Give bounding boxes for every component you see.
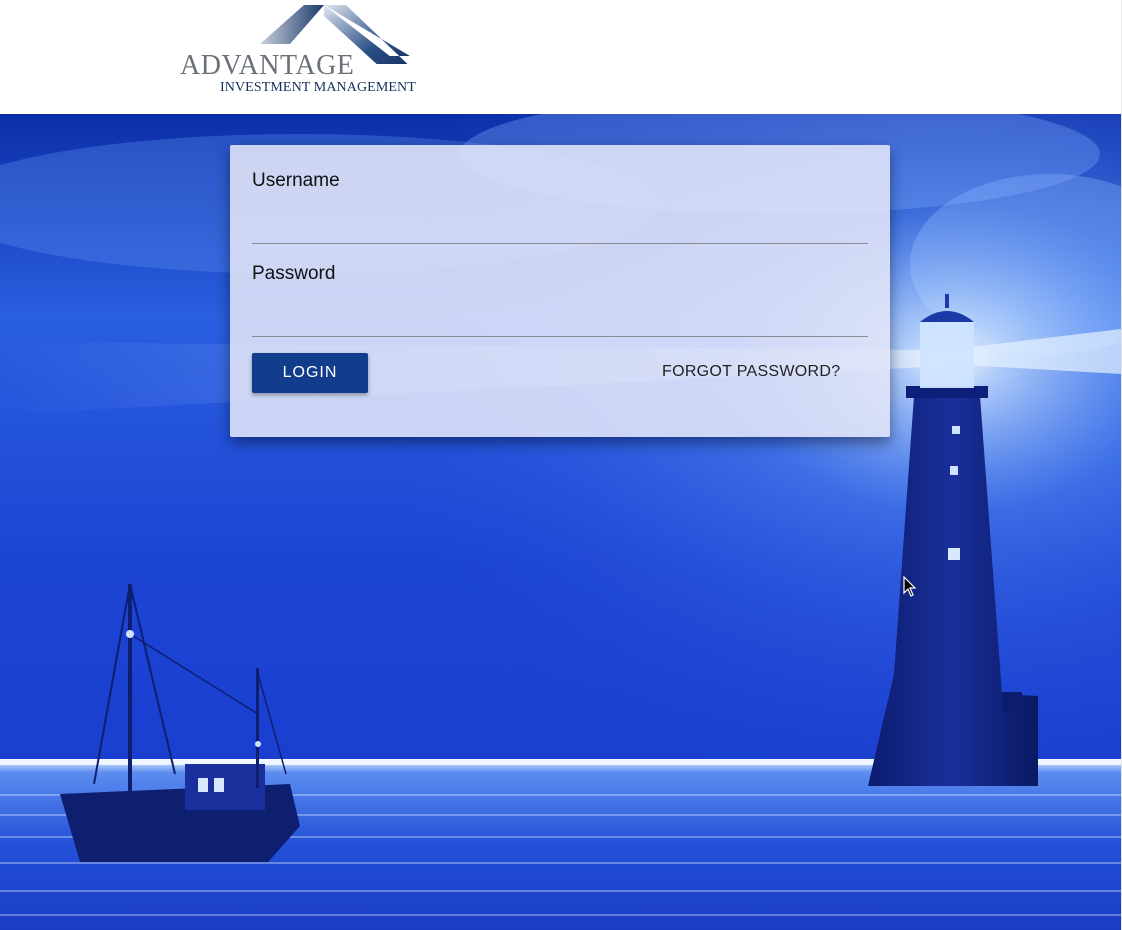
login-button[interactable]: LOGIN <box>252 353 368 393</box>
forgot-password-link[interactable]: FORGOT PASSWORD? <box>662 363 840 381</box>
password-label: Password <box>252 263 336 284</box>
company-logo[interactable]: ADVANTAGE INVESTMENT MANAGEMENT <box>178 4 422 98</box>
logo-subtitle: INVESTMENT MANAGEMENT <box>220 80 416 95</box>
mouse-pointer-icon <box>903 576 917 597</box>
username-input[interactable] <box>252 213 868 244</box>
logo-title: ADVANTAGE <box>180 50 355 81</box>
page-header: ADVANTAGE INVESTMENT MANAGEMENT <box>0 0 1121 114</box>
login-card: Username Password LOGIN FORGOT PASSWORD? <box>230 145 890 437</box>
username-label: Username <box>252 170 340 191</box>
password-input[interactable] <box>252 306 868 337</box>
